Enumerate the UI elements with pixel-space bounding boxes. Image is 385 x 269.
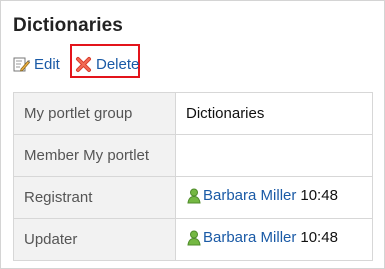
updater-user-link[interactable]: Barbara Miller <box>203 229 296 247</box>
edit-button[interactable]: Edit <box>13 47 60 81</box>
delete-icon <box>75 56 92 73</box>
registrant-user-link[interactable]: Barbara Miller <box>203 187 296 205</box>
user-icon <box>186 188 202 204</box>
delete-label: Delete <box>96 55 140 73</box>
table-row: Registrant Barbara Miller 10:48 <box>13 176 373 219</box>
toolbar: Edit Delete <box>13 44 373 83</box>
member-portlet-label: Member My portlet <box>13 134 176 177</box>
registrant-user-info: Barbara Miller 10:48 <box>186 187 338 205</box>
table-row: Updater Barbara Miller 10:48 <box>13 218 373 261</box>
updater-user-info: Barbara Miller 10:48 <box>186 229 338 247</box>
registrant-label: Registrant <box>13 176 176 219</box>
portlet-group-value: Dictionaries <box>175 92 373 135</box>
dictionary-details-screen: Dictionaries Edit Delete My portlet grou… <box>0 0 385 269</box>
table-row: My portlet group Dictionaries <box>13 92 373 135</box>
updater-time: 10:48 <box>300 228 338 246</box>
dictionary-details-table: My portlet group Dictionaries Member My … <box>13 92 373 261</box>
page-title: Dictionaries <box>13 15 123 36</box>
registrant-value: Barbara Miller 10:48 <box>175 176 373 219</box>
edit-icon <box>13 56 31 73</box>
member-portlet-value <box>175 134 373 177</box>
table-row: Member My portlet <box>13 134 373 177</box>
user-icon <box>186 230 202 246</box>
edit-label: Edit <box>34 55 60 73</box>
updater-label: Updater <box>13 218 176 261</box>
portlet-group-label: My portlet group <box>13 92 176 135</box>
delete-button[interactable]: Delete <box>75 47 139 81</box>
registrant-time: 10:48 <box>300 186 338 204</box>
updater-value: Barbara Miller 10:48 <box>175 218 373 261</box>
